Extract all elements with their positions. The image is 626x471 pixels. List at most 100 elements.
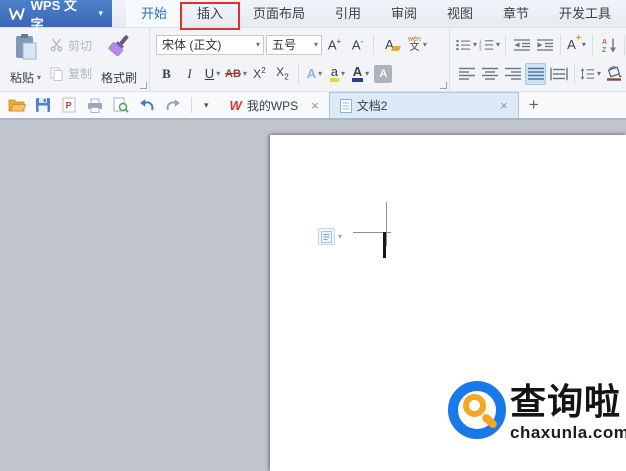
copy-label: 复制 [68, 67, 93, 82]
sort-icon: AZ [602, 38, 616, 53]
character-shading-button[interactable]: A [373, 63, 394, 85]
line-spacing-button[interactable]: ▾ [580, 63, 601, 85]
svg-text:3: 3 [479, 47, 482, 52]
strikethrough-button[interactable]: AB ▾ [225, 63, 247, 85]
bullets-button[interactable]: ▾ [456, 34, 477, 56]
numbering-button[interactable]: 123 ▾ [479, 34, 500, 56]
print-preview-button[interactable] [110, 94, 132, 116]
align-left-icon [458, 67, 475, 80]
print-button[interactable] [84, 94, 106, 116]
tab-developer[interactable]: 开发工具 [544, 0, 626, 27]
text-effects-button[interactable]: A ▾ [304, 63, 325, 85]
save-icon [36, 98, 50, 112]
search-logo-icon [448, 381, 506, 439]
paste-button[interactable]: 粘贴 ▾ [6, 31, 45, 88]
font-color-caret-icon: ▾ [365, 69, 370, 78]
subscript-button[interactable]: X2 [272, 63, 293, 85]
font-dialog-launcher[interactable] [440, 82, 447, 89]
paste-options-button[interactable]: ▾ [318, 228, 342, 245]
cut-icon [50, 38, 63, 52]
separator [191, 97, 192, 113]
phonetic-guide-button[interactable]: wén 文 ▾ [407, 34, 428, 56]
highlight-caret-icon: ▾ [341, 69, 346, 78]
undo-button[interactable] [136, 94, 158, 116]
text-effect-button[interactable]: A ▾ [566, 34, 587, 56]
font-size-combobox[interactable]: 五号 ▾ [266, 34, 322, 55]
title-bar: WPS 文字 ▾ 开始 插入 页面布局 引用 审阅 视图 章节 开发工具 [0, 0, 626, 32]
clipboard-dialog-launcher[interactable] [140, 82, 147, 89]
increase-indent-button[interactable] [534, 34, 555, 56]
bold-button[interactable]: B [156, 63, 177, 85]
open-button[interactable] [6, 94, 28, 116]
tab-references[interactable]: 引用 [320, 0, 376, 27]
effect-a-glyph: A [567, 34, 582, 52]
justify-button[interactable] [525, 62, 546, 85]
grow-font-button[interactable]: A+ [324, 34, 345, 56]
redo-button[interactable] [162, 94, 184, 116]
copy-button[interactable]: 复制 [47, 61, 95, 87]
cut-copy-stack: 剪切 复制 [47, 31, 95, 88]
align-left-button[interactable] [456, 63, 477, 85]
watermark: 查询啦 chaxunla.com [448, 381, 626, 443]
separator [373, 34, 374, 55]
doc-tab-document2[interactable]: 文档2 × [328, 92, 519, 118]
sparkle-icon [574, 34, 582, 41]
separator [297, 63, 299, 84]
doc-page-icon [339, 98, 352, 113]
separator [505, 34, 506, 55]
bullets-icon [456, 39, 471, 50]
close-tab-icon[interactable]: × [500, 98, 508, 113]
clear-formatting-button[interactable]: A [379, 34, 401, 56]
cut-button[interactable]: 剪切 [47, 32, 95, 58]
decrease-indent-button[interactable] [511, 34, 532, 56]
quick-access-toolbar: P ▾ [0, 92, 220, 118]
font-family-caret-icon: ▾ [255, 40, 260, 49]
text-cursor [383, 232, 386, 258]
format-painter-button[interactable]: 格式刷 [97, 31, 141, 88]
new-tab-button[interactable]: + [519, 92, 549, 118]
shrink-font-button[interactable]: A- [347, 34, 368, 56]
watermark-title: 查询啦 [510, 381, 622, 422]
shading-button[interactable] [603, 63, 624, 85]
distribute-button[interactable] [548, 63, 569, 85]
font-color-button[interactable]: A ▾ [350, 63, 371, 85]
document-page[interactable]: ▾ 查询啦 chaxunla.com [270, 135, 626, 471]
shading-bucket-icon [606, 66, 622, 81]
sort-button[interactable]: AZ [598, 34, 619, 56]
paste-options-icon [321, 230, 332, 243]
tab-review[interactable]: 审阅 [376, 0, 432, 27]
highlight-color-button[interactable]: a ▾ [327, 63, 348, 85]
svg-text:A: A [602, 39, 607, 46]
line-spacing-caret-icon: ▾ [596, 69, 601, 78]
underline-button[interactable]: U ▾ [202, 63, 223, 85]
align-center-button[interactable] [479, 63, 500, 85]
font-size-value: 五号 [272, 38, 297, 52]
export-pdf-button[interactable]: P [58, 94, 80, 116]
doc-tab-my-wps[interactable]: W 我的WPS × [220, 92, 329, 118]
close-tab-icon[interactable]: × [311, 98, 319, 113]
save-button[interactable] [32, 94, 54, 116]
print-icon [88, 98, 102, 113]
text-effects-caret-icon: ▾ [318, 69, 323, 78]
tab-insert[interactable]: 插入 [179, 0, 240, 30]
ribbon: 粘贴 ▾ 剪切 复制 格式刷 宋体 (正文) ▾ 五号 ▾ A+ A- A wé… [0, 28, 626, 92]
pinyin-icon: wén 文 [408, 36, 421, 53]
font-group: 宋体 (正文) ▾ 五号 ▾ A+ A- A wén 文 ▾ B I U ▾ AB ▾… [150, 28, 450, 91]
app-menu-button[interactable]: WPS 文字 ▾ [0, 0, 112, 32]
svg-text:P: P [66, 101, 72, 111]
align-right-button[interactable] [502, 63, 523, 85]
font-family-combobox[interactable]: 宋体 (正文) ▾ [156, 34, 264, 55]
italic-button[interactable]: I [179, 63, 200, 85]
quick-access-more-button[interactable]: ▾ [199, 100, 214, 111]
format-painter-label: 格式刷 [101, 71, 138, 85]
justify-icon [527, 67, 544, 80]
superscript-button[interactable]: X2 [249, 63, 270, 85]
separator [560, 34, 561, 55]
tab-home[interactable]: 开始 [125, 0, 182, 27]
tab-section[interactable]: 章节 [488, 0, 544, 27]
tab-page-layout[interactable]: 页面布局 [238, 0, 320, 27]
font-family-value: 宋体 (正文) [162, 38, 222, 52]
tab-view[interactable]: 视图 [432, 0, 488, 27]
document-tab-bar: P ▾ W 我的WPS × 文档2 × + [0, 92, 626, 120]
margin-mark-vertical [386, 202, 387, 246]
